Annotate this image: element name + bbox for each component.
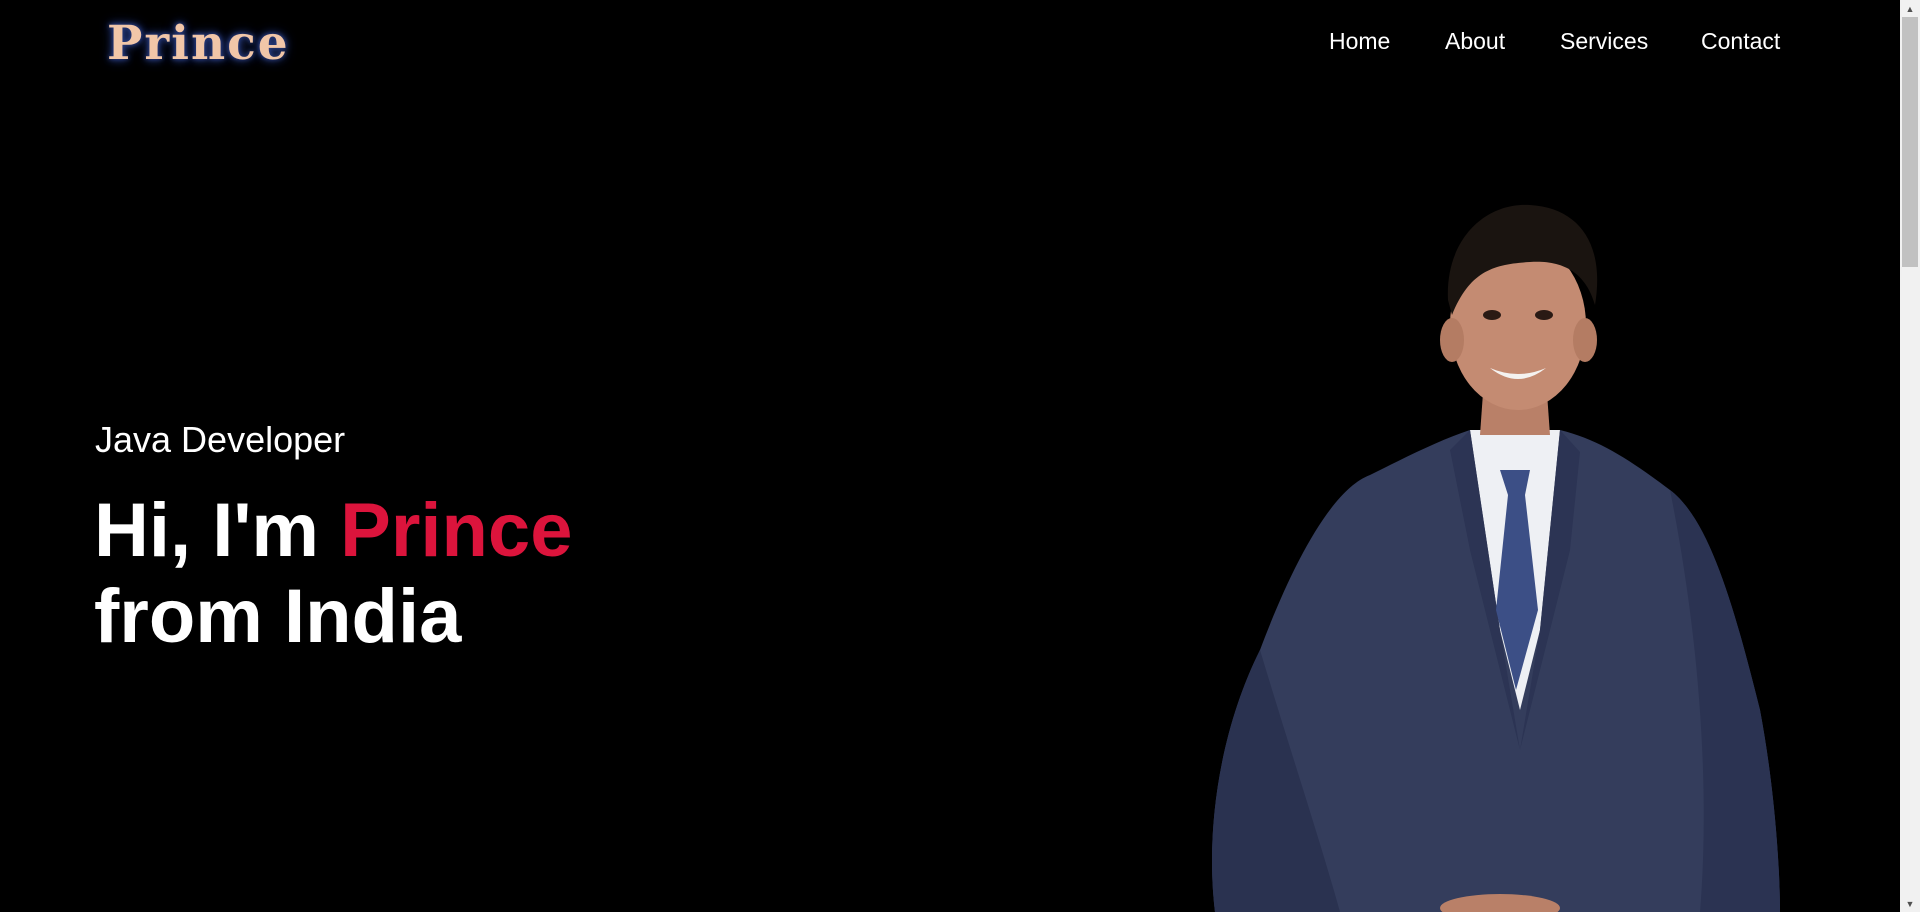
hero-origin: from India: [94, 574, 462, 659]
eye-right: [1535, 310, 1553, 320]
page: Prince Home About Services Contact Java …: [0, 0, 1900, 912]
page-scrollbar[interactable]: ▲ ▼: [1900, 0, 1920, 912]
profile-photo: [1212, 204, 1780, 912]
eye-left: [1483, 310, 1501, 320]
ear-left: [1440, 318, 1464, 362]
nav-link-services[interactable]: Services: [1560, 28, 1648, 55]
nav-link-home[interactable]: Home: [1329, 28, 1390, 55]
hero-greeting: Hi, I'm: [94, 488, 319, 573]
scroll-up-icon[interactable]: ▲: [1900, 0, 1920, 17]
hero-name: Prince: [340, 488, 573, 573]
hero-role: Java Developer: [95, 419, 346, 460]
scroll-thumb[interactable]: [1902, 17, 1918, 267]
main-nav: Home About Services Contact: [0, 28, 1900, 60]
ear-right: [1573, 318, 1597, 362]
nav-link-about[interactable]: About: [1445, 28, 1505, 55]
nav-link-contact[interactable]: Contact: [1701, 28, 1780, 55]
hero-headline: Hi, I'm Prince from India: [94, 488, 572, 660]
scroll-down-icon[interactable]: ▼: [1900, 895, 1920, 912]
